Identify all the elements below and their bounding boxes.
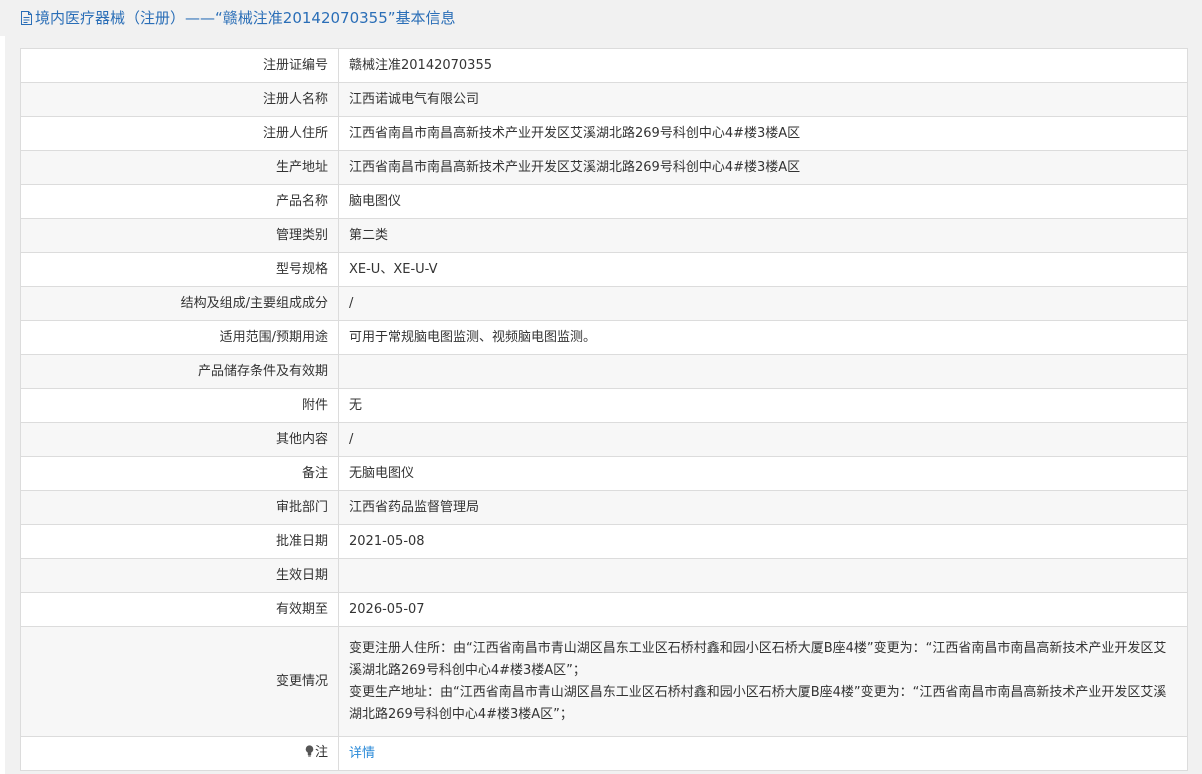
table-row: 适用范围/预期用途 可用于常规脑电图监测、视频脑电图监测。 (20, 320, 1188, 355)
table-row: 注册人住所 江西省南昌市南昌高新技术产业开发区艾溪湖北路269号科创中心4#楼3… (20, 116, 1188, 151)
row-label: 其他内容 (20, 422, 339, 457)
row-value: 江西省南昌市南昌高新技术产业开发区艾溪湖北路269号科创中心4#楼3楼A区 (338, 116, 1188, 151)
note-value-cell: 详情 (338, 736, 1188, 771)
row-label: 生效日期 (20, 558, 339, 593)
change-entry: 变更注册人住所：由“江西省南昌市青山湖区昌东工业区石桥村鑫和园小区石桥大厦B座4… (349, 640, 1167, 678)
row-label: 注册证编号 (20, 48, 339, 83)
lightbulb-icon (305, 743, 314, 765)
row-label: 备注 (20, 456, 339, 491)
table-row: 生效日期 (20, 558, 1188, 593)
row-label: 审批部门 (20, 490, 339, 525)
row-label: 型号规格 (20, 252, 339, 287)
table-row: 型号规格 XE-U、XE-U-V (20, 252, 1188, 287)
row-value: 第二类 (338, 218, 1188, 253)
row-value: 江西省药品监督管理局 (338, 490, 1188, 525)
change-history-value: 变更注册人住所：由“江西省南昌市青山湖区昌东工业区石桥村鑫和园小区石桥大厦B座4… (338, 626, 1188, 737)
table-row: 其他内容 / (20, 422, 1188, 457)
row-label: 管理类别 (20, 218, 339, 253)
table-row: 备注 无脑电图仪 (20, 456, 1188, 491)
row-label: 适用范围/预期用途 (20, 320, 339, 355)
row-value: XE-U、XE-U-V (338, 252, 1188, 287)
table-row: 产品名称 脑电图仪 (20, 184, 1188, 219)
table-row: 附件 无 (20, 388, 1188, 423)
row-label: 结构及组成/主要组成成分 (20, 286, 339, 321)
table-row: 注册人名称 江西诺诚电气有限公司 (20, 82, 1188, 117)
note-label-cell: 注 (20, 736, 339, 771)
table-row: 审批部门 江西省药品监督管理局 (20, 490, 1188, 525)
table-row: 批准日期 2021-05-08 (20, 524, 1188, 559)
row-value: 2021-05-08 (338, 524, 1188, 559)
table-row: 有效期至 2026-05-07 (20, 592, 1188, 627)
row-value: 江西诺诚电气有限公司 (338, 82, 1188, 117)
row-label: 产品名称 (20, 184, 339, 219)
row-label: 有效期至 (20, 592, 339, 627)
row-value: 2026-05-07 (338, 592, 1188, 627)
row-value: 无脑电图仪 (338, 456, 1188, 491)
note-row: 注 详情 (20, 736, 1188, 771)
row-value (338, 558, 1188, 593)
registration-info-table: 注册证编号 赣械注准20142070355 注册人名称 江西诺诚电气有限公司 注… (20, 48, 1188, 771)
row-label: 注册人名称 (20, 82, 339, 117)
table-row: 生产地址 江西省南昌市南昌高新技术产业开发区艾溪湖北路269号科创中心4#楼3楼… (20, 150, 1188, 185)
row-value: / (338, 286, 1188, 321)
change-entry: 变更生产地址：由“江西省南昌市青山湖区昌东工业区石桥村鑫和园小区石桥大厦B座4楼… (349, 684, 1167, 722)
page-title: 境内医疗器械（注册）——“赣械注准20142070355”基本信息 (0, 0, 1202, 36)
row-label: 注册人住所 (20, 116, 339, 151)
row-value: 赣械注准20142070355 (338, 48, 1188, 83)
note-label: 注 (314, 745, 328, 760)
change-history-row: 变更情况 变更注册人住所：由“江西省南昌市青山湖区昌东工业区石桥村鑫和园小区石桥… (20, 626, 1188, 737)
row-label: 产品储存条件及有效期 (20, 354, 339, 389)
table-row: 产品储存条件及有效期 (20, 354, 1188, 389)
row-value: 江西省南昌市南昌高新技术产业开发区艾溪湖北路269号科创中心4#楼3楼A区 (338, 150, 1188, 185)
row-label: 批准日期 (20, 524, 339, 559)
table-row: 结构及组成/主要组成成分 / (20, 286, 1188, 321)
row-value: 可用于常规脑电图监测、视频脑电图监测。 (338, 320, 1188, 355)
row-value (338, 354, 1188, 389)
row-value: 脑电图仪 (338, 184, 1188, 219)
row-value: / (338, 422, 1188, 457)
table-row: 管理类别 第二类 (20, 218, 1188, 253)
row-label: 生产地址 (20, 150, 339, 185)
change-history-label: 变更情况 (20, 626, 339, 737)
document-icon (20, 10, 33, 30)
page-title-text: 境内医疗器械（注册）——“赣械注准20142070355”基本信息 (35, 9, 456, 27)
row-label: 附件 (20, 388, 339, 423)
table-row: 注册证编号 赣械注准20142070355 (20, 48, 1188, 83)
row-value: 无 (338, 388, 1188, 423)
details-link[interactable]: 详情 (349, 746, 375, 761)
